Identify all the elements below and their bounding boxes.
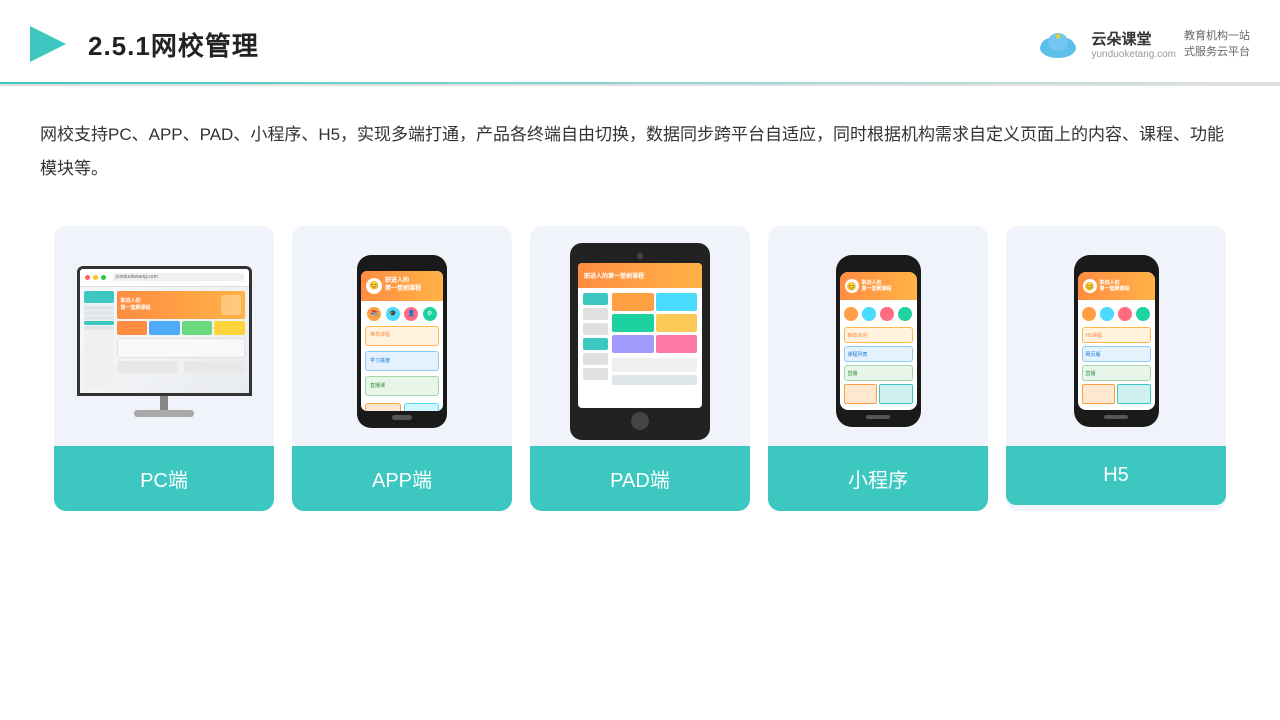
brand-url: yunduoketang.com: [1091, 49, 1176, 60]
app-phone-illustration: 😊 职进人的第一堂刷课程 📚 🎓: [357, 255, 447, 428]
h5-card: 😊 职进人的第一堂刷课程 H5课程: [1006, 226, 1226, 511]
miniapp-card: 😊 职进人的第一堂刷课程 推荐内容: [768, 226, 988, 511]
h5-label: H5: [1006, 446, 1226, 505]
miniapp-phone-illustration: 😊 职进人的第一堂刷课程 推荐内容: [836, 255, 921, 427]
logo-arrow-icon: [20, 18, 72, 70]
pc-base: [134, 410, 194, 417]
brand-tagline: 教育机构一站 式服务云平台: [1184, 28, 1250, 61]
description-text: 网校支持PC、APP、PAD、小程序、H5，实现多端打通，产品各终端自由切换，数…: [0, 86, 1280, 196]
smartphone-outer: 😊 职进人的第一堂刷课程 推荐内容: [836, 255, 921, 427]
smartphone-screen: 😊 职进人的第一堂刷课程 推荐内容: [840, 272, 917, 410]
brand-text: 云朵课堂 yunduoketang.com: [1091, 28, 1176, 60]
pad-tablet-illustration: 职进人的第一堂刷课程: [570, 243, 710, 440]
pc-monitor: yunduoketang.com: [77, 266, 252, 396]
pc-stand: [160, 396, 168, 410]
phone-screen: 😊 职进人的第一堂刷课程 📚 🎓: [361, 271, 443, 411]
phone-outer: 😊 职进人的第一堂刷课程 📚 🎓: [357, 255, 447, 428]
pc-card: yunduoketang.com: [54, 226, 274, 511]
page-title: 2.5.1网校管理: [88, 26, 259, 63]
h5-screen: 😊 职进人的第一堂刷课程 H5课程: [1078, 272, 1155, 410]
miniapp-label: 小程序: [768, 446, 988, 511]
brand-cloud-icon: [1033, 26, 1083, 62]
desc-paragraph: 网校支持PC、APP、PAD、小程序、H5，实现多端打通，产品各终端自由切换，数…: [40, 118, 1240, 186]
pad-card: 职进人的第一堂刷课程: [530, 226, 750, 511]
pc-label: PC端: [54, 446, 274, 511]
tablet-outer: 职进人的第一堂刷课程: [570, 243, 710, 440]
pad-image-area: 职进人的第一堂刷课程: [530, 226, 750, 446]
brand-area: 云朵课堂 yunduoketang.com 教育机构一站 式服务云平台: [1033, 26, 1250, 62]
h5-phone-illustration: 😊 职进人的第一堂刷课程 H5课程: [1074, 255, 1159, 427]
miniapp-image-area: 😊 职进人的第一堂刷课程 推荐内容: [768, 226, 988, 446]
app-label: APP端: [292, 446, 512, 511]
device-cards-area: yunduoketang.com: [0, 196, 1280, 531]
header-left: 2.5.1网校管理: [20, 18, 259, 70]
app-card: 😊 职进人的第一堂刷课程 📚 🎓: [292, 226, 512, 511]
tablet-screen: 职进人的第一堂刷课程: [578, 263, 702, 408]
pc-device-illustration: yunduoketang.com: [77, 266, 252, 417]
pc-screen: yunduoketang.com: [80, 269, 249, 393]
header: 2.5.1网校管理 云朵课堂 yunduoketang.com 教育机构一站 式…: [0, 0, 1280, 86]
h5-image-area: 😊 职进人的第一堂刷课程 H5课程: [1006, 226, 1226, 446]
header-divider: [0, 82, 1280, 84]
pc-image-area: yunduoketang.com: [54, 226, 274, 446]
h5-smartphone-outer: 😊 职进人的第一堂刷课程 H5课程: [1074, 255, 1159, 427]
pad-label: PAD端: [530, 446, 750, 511]
brand-name: 云朵课堂: [1091, 28, 1176, 49]
app-image-area: 😊 职进人的第一堂刷课程 📚 🎓: [292, 226, 512, 446]
